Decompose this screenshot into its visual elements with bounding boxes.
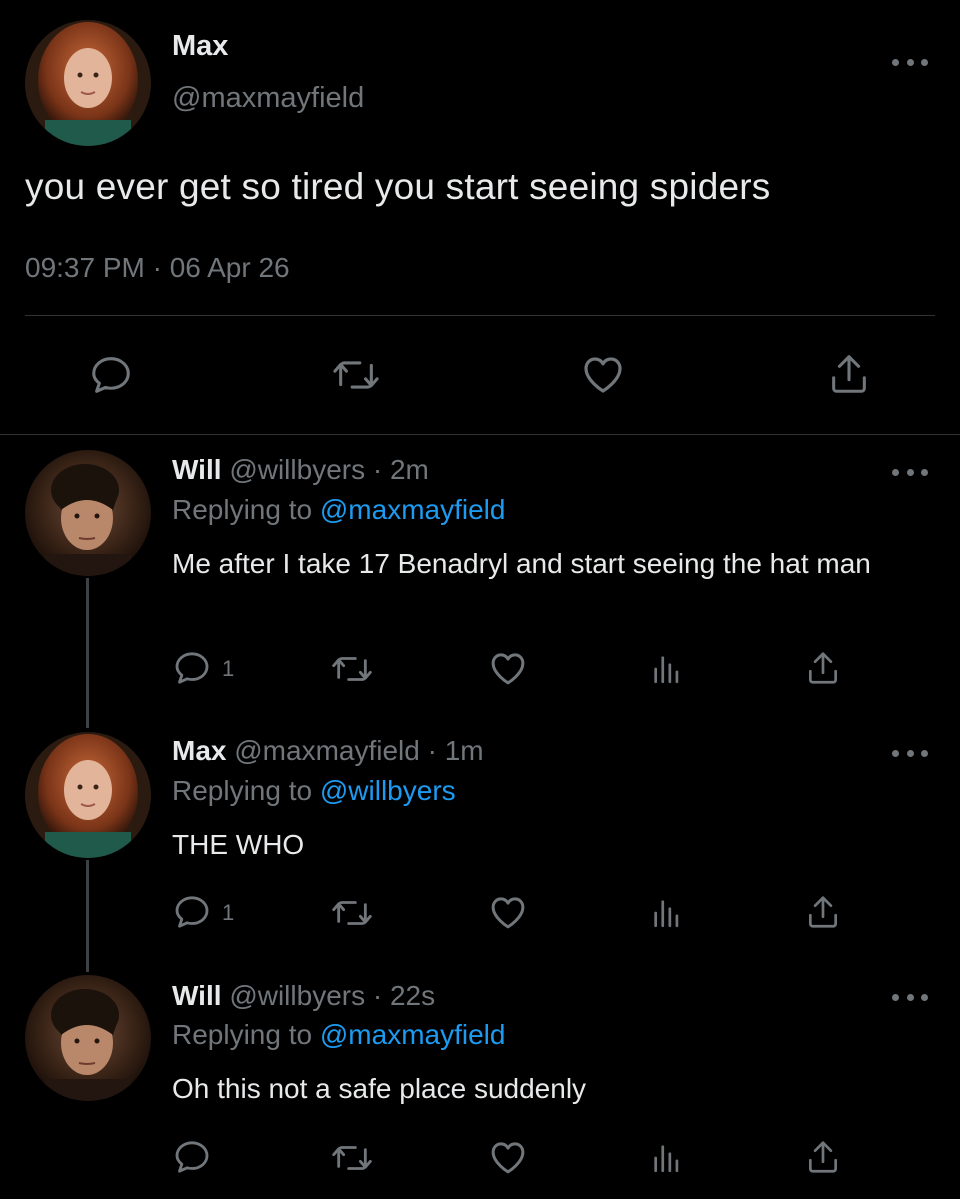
reply-author-name[interactable]: Max — [172, 735, 226, 766]
replying-to-prefix: Replying to — [172, 494, 320, 525]
reply-header[interactable]: Max @maxmayfield · 1m — [172, 735, 484, 767]
replying-to: Replying to @willbyers — [172, 775, 456, 807]
share-icon[interactable] — [804, 648, 842, 688]
main-tweet-author-name[interactable]: Max — [172, 30, 228, 63]
retweet-icon[interactable] — [330, 352, 382, 398]
replying-to-prefix: Replying to — [172, 1019, 320, 1050]
reply-icon[interactable] — [172, 892, 212, 932]
like-icon[interactable] — [487, 1136, 529, 1178]
reply-header[interactable]: Will @willbyers · 2m — [172, 454, 429, 486]
analytics-icon[interactable] — [650, 1139, 684, 1177]
main-tweet-timestamp[interactable]: 09:37 PM · 06 Apr 26 — [25, 252, 290, 284]
share-icon[interactable] — [826, 350, 872, 398]
more-options-icon[interactable] — [892, 745, 928, 761]
analytics-icon[interactable] — [650, 650, 684, 688]
thread-line — [86, 860, 89, 972]
more-options-icon[interactable] — [892, 464, 928, 480]
divider — [25, 315, 935, 316]
reply-author-name[interactable]: Will — [172, 980, 222, 1011]
reply-text: Oh this not a safe place suddenly — [172, 1073, 587, 1104]
replying-to-prefix: Replying to — [172, 775, 320, 806]
replying-to-mention[interactable]: @maxmayfield — [320, 1019, 506, 1050]
avatar-max[interactable] — [25, 732, 151, 858]
retweet-icon[interactable] — [330, 893, 374, 933]
reply-text: Me after I take 17 Benadryl and start se… — [172, 548, 871, 579]
avatar-will[interactable] — [25, 450, 151, 576]
replying-to: Replying to @maxmayfield — [172, 1019, 505, 1051]
analytics-icon[interactable] — [650, 894, 684, 932]
main-tweet-author-handle[interactable]: @maxmayfield — [172, 82, 364, 115]
share-icon[interactable] — [804, 1137, 842, 1177]
reply-header[interactable]: Will @willbyers · 22s — [172, 980, 435, 1012]
like-icon[interactable] — [487, 647, 529, 689]
thread-line — [86, 578, 89, 728]
reply-count: 1 — [222, 656, 235, 681]
replying-to-mention[interactable]: @maxmayfield — [320, 494, 506, 525]
retweet-icon[interactable] — [330, 649, 374, 689]
reply-handle-time[interactable]: @willbyers · 22s — [229, 980, 435, 1011]
reply-icon[interactable] — [172, 648, 212, 688]
reply-handle-time[interactable]: @willbyers · 2m — [229, 454, 429, 485]
reply-count: 1 — [222, 900, 235, 925]
retweet-icon[interactable] — [330, 1138, 374, 1178]
avatar-max[interactable] — [25, 20, 151, 146]
reply-text: THE WHO — [172, 829, 305, 860]
more-options-icon[interactable] — [892, 989, 928, 1005]
reply-icon[interactable] — [172, 1137, 212, 1177]
main-tweet-text: you ever get so tired you start seeing s… — [25, 166, 771, 207]
like-icon[interactable] — [487, 891, 529, 933]
reply-handle-time[interactable]: @maxmayfield · 1m — [234, 735, 483, 766]
more-options-icon[interactable] — [892, 54, 928, 70]
reply-author-name[interactable]: Will — [172, 454, 222, 485]
replying-to: Replying to @maxmayfield — [172, 494, 505, 526]
share-icon[interactable] — [804, 892, 842, 932]
divider — [0, 434, 960, 435]
replying-to-mention[interactable]: @willbyers — [320, 775, 456, 806]
avatar-will[interactable] — [25, 975, 151, 1101]
reply-icon[interactable] — [88, 352, 134, 398]
like-icon[interactable] — [578, 350, 628, 398]
